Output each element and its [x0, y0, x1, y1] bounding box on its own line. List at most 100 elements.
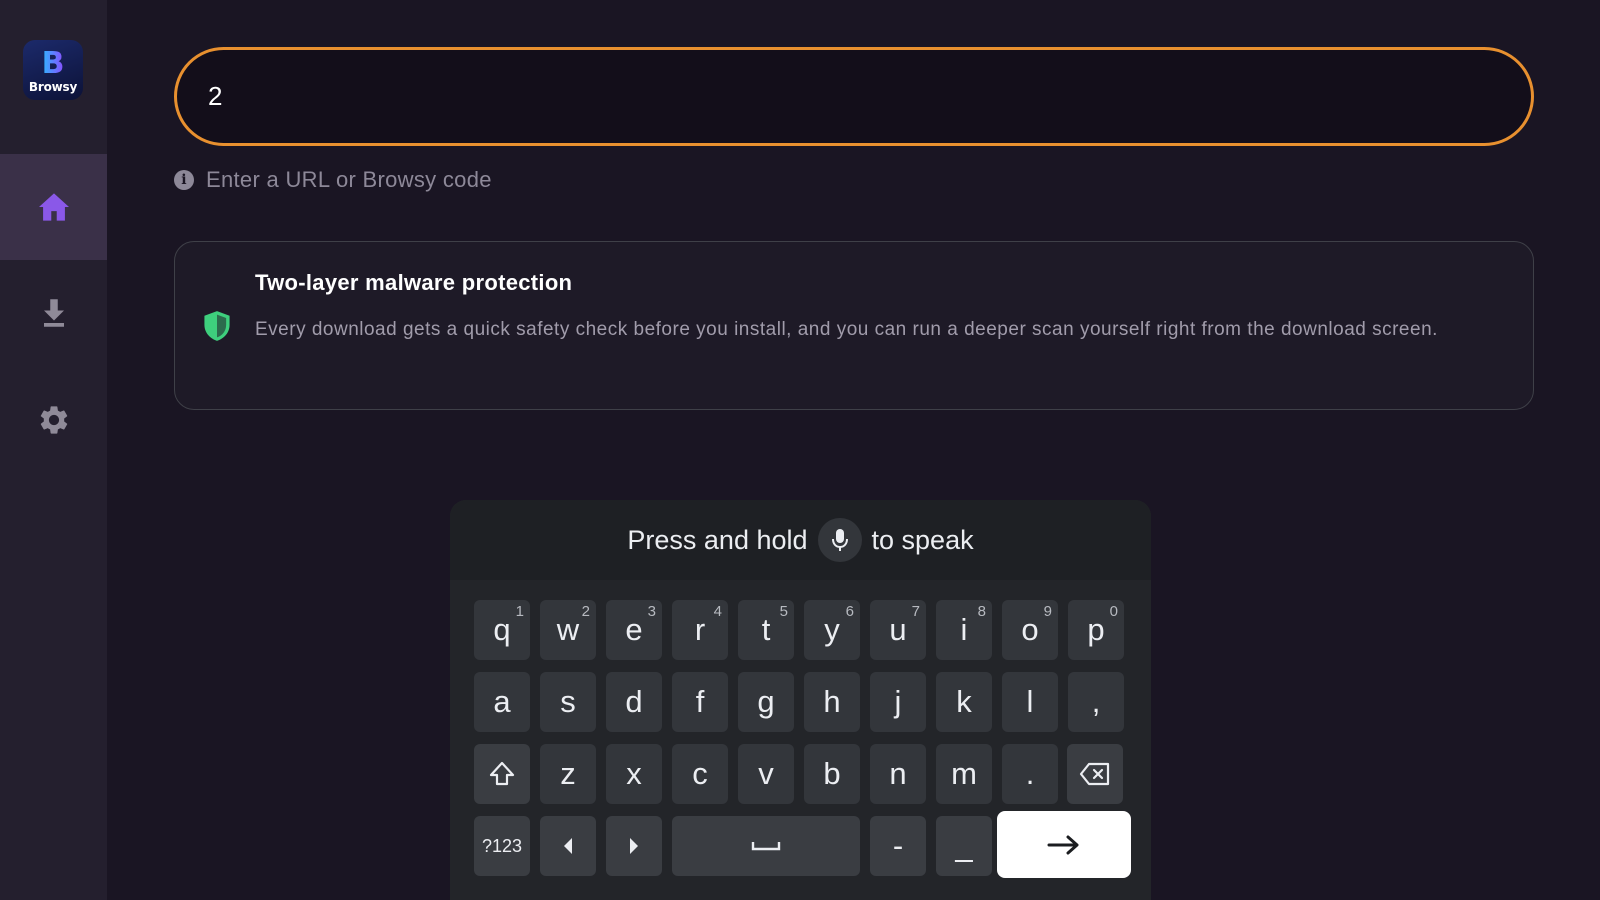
key-label: .	[1025, 756, 1035, 791]
key-r[interactable]: r4	[672, 600, 728, 660]
key-n[interactable]: n	[870, 744, 926, 804]
shield-icon	[204, 311, 230, 341]
key-e[interactable]: e3	[606, 600, 662, 660]
key-c[interactable]: c	[672, 744, 728, 804]
key-label: l	[1026, 684, 1034, 719]
key-label: o	[1021, 612, 1039, 647]
key-label: s	[560, 684, 576, 719]
key-period[interactable]: .	[1002, 744, 1058, 804]
key-number-hint: 7	[911, 603, 920, 620]
space-key[interactable]	[672, 816, 860, 876]
key-label: q	[493, 612, 511, 647]
browsy-logo: B Browsy	[23, 40, 83, 100]
key-i[interactable]: i8	[936, 600, 992, 660]
dash-key[interactable]: -	[870, 816, 926, 876]
key-label: u	[889, 612, 907, 647]
key-label: x	[626, 756, 642, 791]
shift-icon	[489, 761, 515, 786]
key-label: w	[556, 612, 580, 647]
key-f[interactable]: f	[672, 672, 728, 732]
key-v[interactable]: v	[738, 744, 794, 804]
key-x[interactable]: x	[606, 744, 662, 804]
key-g[interactable]: g	[738, 672, 794, 732]
key-h[interactable]: h	[804, 672, 860, 732]
key-label: n	[889, 756, 907, 791]
cursor-right-key[interactable]	[606, 816, 662, 876]
enter-key[interactable]	[997, 811, 1131, 878]
backspace-icon	[1079, 762, 1110, 786]
url-input-container[interactable]	[174, 47, 1534, 146]
key-label: h	[823, 684, 841, 719]
on-screen-keyboard: Press and hold to speak ?123 - _ q 1 w 2…	[450, 500, 1151, 900]
key-number-hint: 9	[1043, 603, 1052, 620]
key-label: f	[695, 684, 705, 719]
microphone-icon	[831, 529, 848, 551]
malware-protection-card: Two-layer malware protection Every downl…	[174, 241, 1534, 410]
key-b[interactable]: b	[804, 744, 860, 804]
logo-letter: B	[41, 45, 65, 81]
gear-icon	[40, 406, 67, 434]
voice-input-bar: Press and hold to speak	[450, 500, 1151, 580]
key-label: g	[757, 684, 775, 719]
sidebar: B Browsy	[0, 0, 107, 900]
key-label: p	[1087, 612, 1105, 647]
underscore-key[interactable]: _	[936, 816, 992, 876]
voice-hint-prefix: Press and hold	[627, 524, 808, 555]
key-s[interactable]: s	[540, 672, 596, 732]
key-number-hint: 1	[515, 603, 524, 620]
logo-text: Browsy	[28, 79, 78, 94]
key-label: v	[758, 756, 774, 791]
key-y[interactable]: y6	[804, 600, 860, 660]
mic-button[interactable]	[817, 518, 862, 562]
key-number-hint: 5	[779, 603, 788, 620]
key-label: t	[761, 612, 771, 647]
sidebar-item-home[interactable]	[0, 154, 107, 260]
key-p[interactable]: p0	[1068, 600, 1124, 660]
caret-left-icon	[564, 838, 572, 854]
caret-right-icon	[630, 838, 638, 854]
key-label: a	[493, 684, 511, 719]
key-z[interactable]: z	[540, 744, 596, 804]
key-label: y	[824, 612, 840, 647]
key-label: j	[894, 684, 902, 719]
arrow-right-icon	[1047, 835, 1079, 854]
key-t[interactable]: t5	[738, 600, 794, 660]
sidebar-item-settings[interactable]	[0, 367, 107, 473]
card-title: Two-layer malware protection	[255, 270, 573, 295]
key-w[interactable]: w2	[540, 600, 596, 660]
shift-key[interactable]	[474, 744, 530, 804]
key-number-hint: 8	[977, 603, 986, 620]
key-label: r	[694, 612, 706, 647]
key-number-hint: 3	[647, 603, 656, 620]
key-number-hint: 0	[1109, 603, 1118, 620]
key-q[interactable]: q1	[474, 600, 530, 660]
sidebar-item-downloads[interactable]	[0, 260, 107, 366]
space-icon	[751, 842, 781, 851]
key-o[interactable]: o9	[1002, 600, 1058, 660]
key-label: c	[692, 756, 708, 791]
key-label: k	[956, 684, 972, 719]
key-label: z	[560, 756, 576, 791]
key-j[interactable]: j	[870, 672, 926, 732]
symbols-key[interactable]: ?123	[474, 816, 530, 876]
url-input[interactable]	[208, 81, 1531, 112]
key-d[interactable]: d	[606, 672, 662, 732]
home-icon	[38, 193, 69, 221]
backspace-key[interactable]	[1067, 744, 1123, 804]
url-hint-text: Enter a URL or Browsy code	[206, 167, 492, 192]
key-l[interactable]: l	[1002, 672, 1058, 732]
url-hint: i Enter a URL or Browsy code	[174, 166, 492, 194]
card-body: Every download gets a quick safety check…	[255, 319, 1438, 340]
key-label: m	[951, 756, 977, 791]
key-label: d	[625, 684, 643, 719]
key-a[interactable]: a	[474, 672, 530, 732]
key-label: b	[823, 756, 841, 791]
cursor-left-key[interactable]	[540, 816, 596, 876]
key-k[interactable]: k	[936, 672, 992, 732]
key-label: ,	[1091, 684, 1101, 719]
key-comma[interactable]: ,	[1068, 672, 1124, 732]
key-number-hint: 6	[845, 603, 854, 620]
key-m[interactable]: m	[936, 744, 992, 804]
key-number-hint: 4	[713, 603, 722, 620]
key-u[interactable]: u7	[870, 600, 926, 660]
